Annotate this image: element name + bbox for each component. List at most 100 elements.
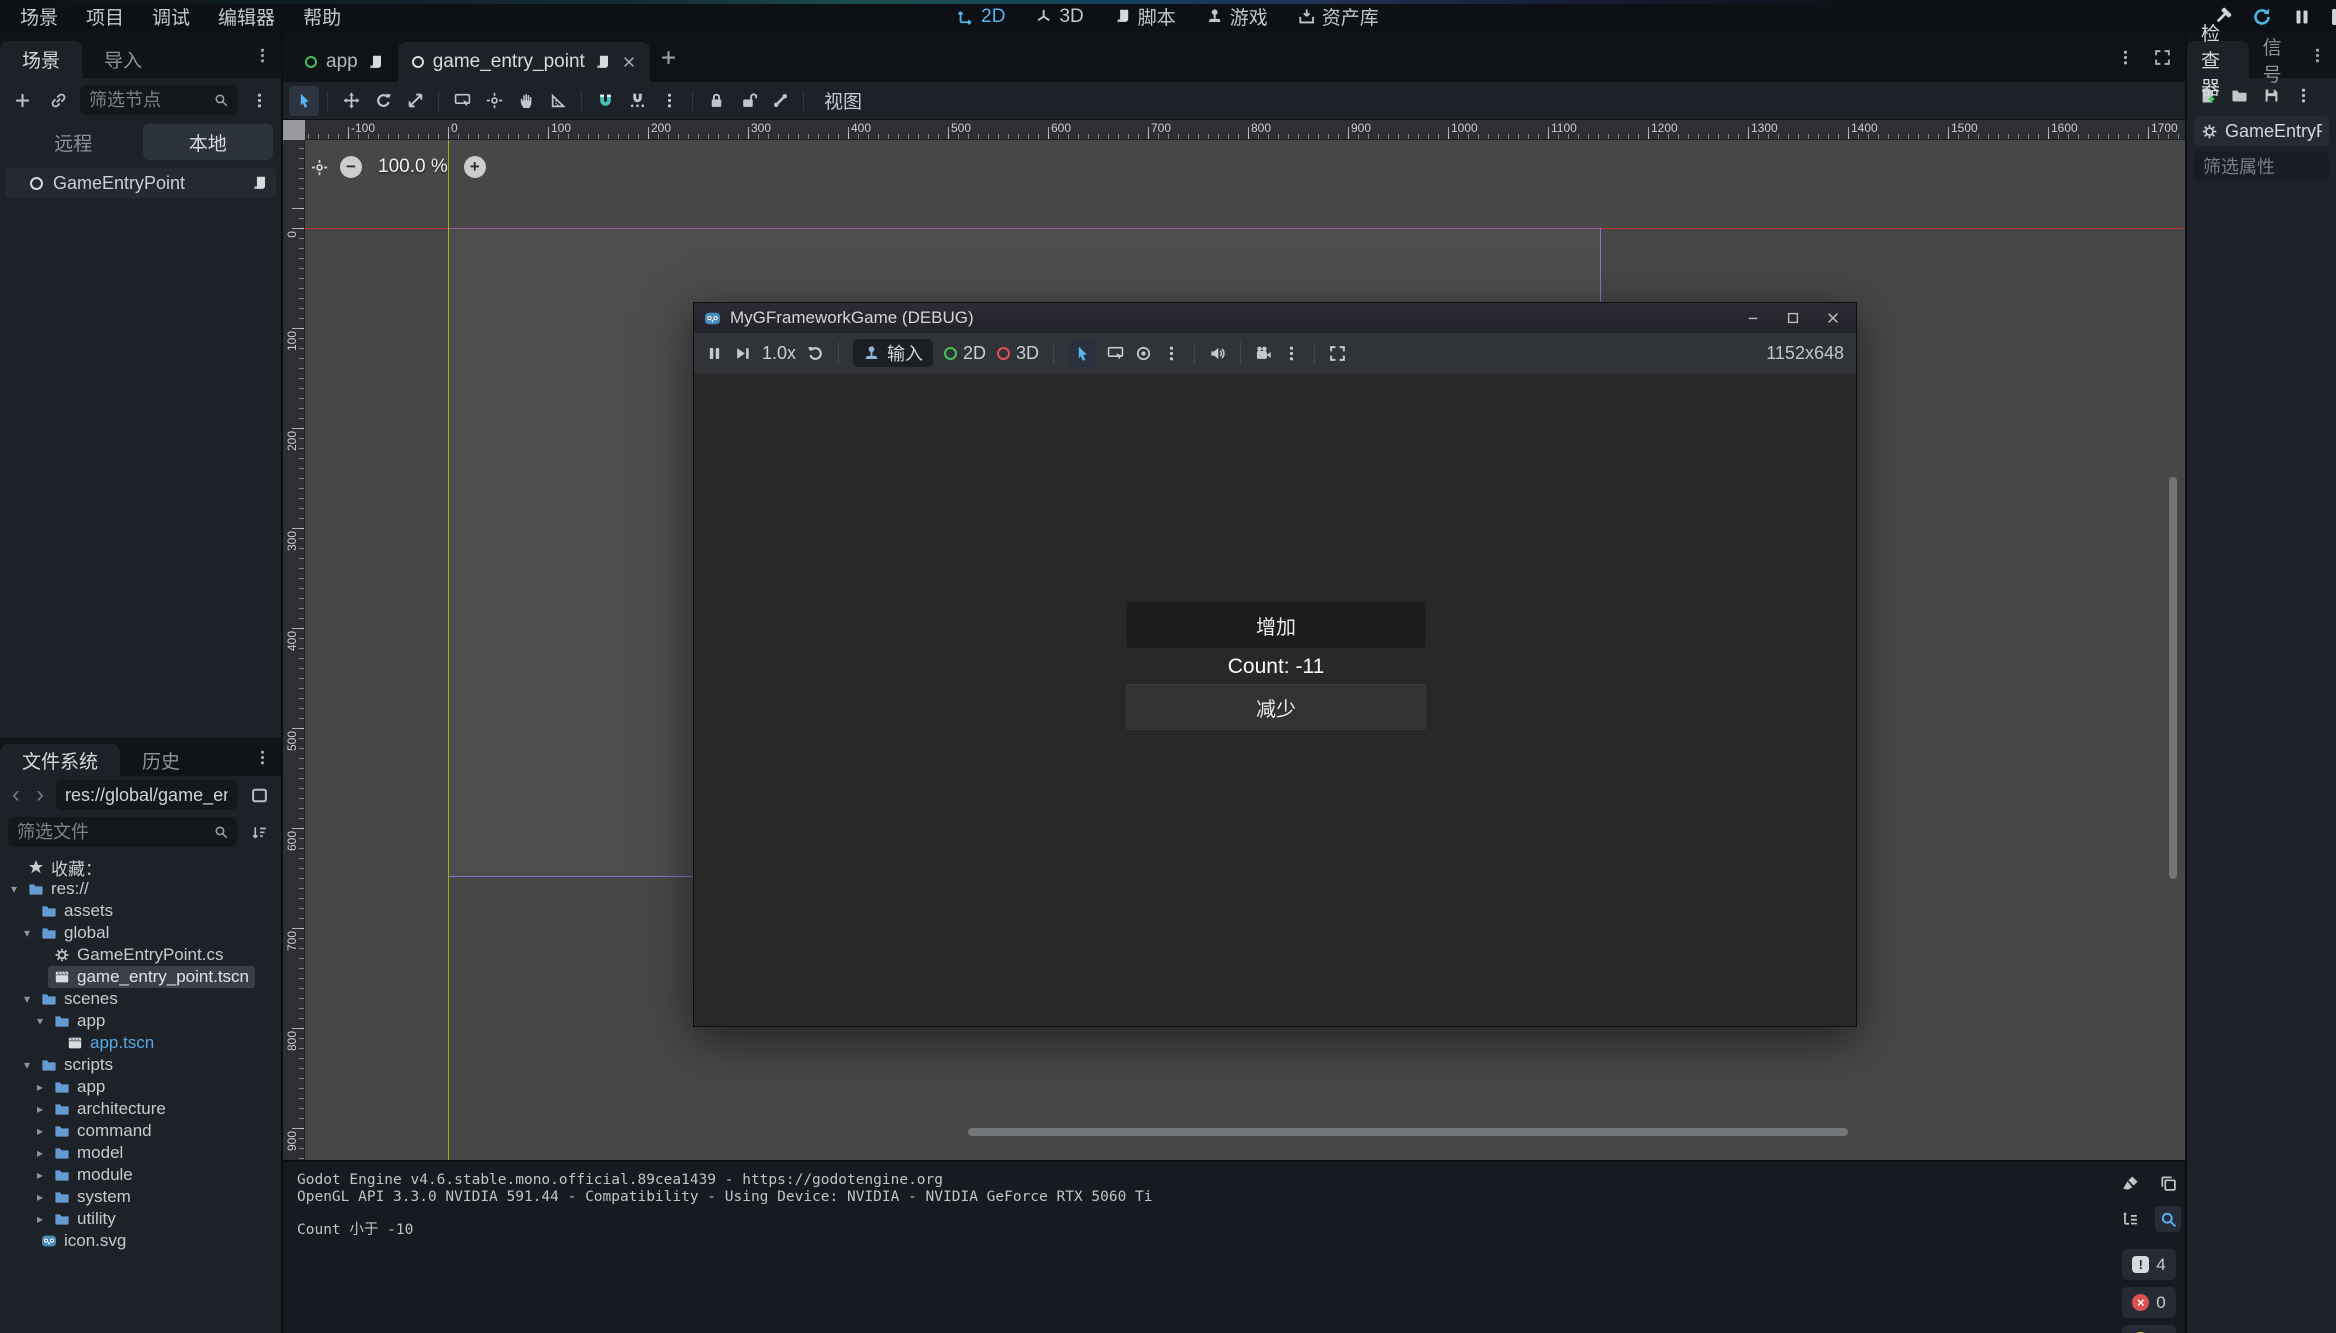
- scene-filter-input[interactable]: [89, 90, 208, 111]
- tree-collapse-icon[interactable]: ▾: [32, 1014, 48, 1028]
- close-tab-icon[interactable]: [622, 55, 636, 69]
- local-button[interactable]: 本地: [143, 124, 274, 160]
- horizontal-scrollbar[interactable]: [968, 1128, 1848, 1136]
- resource-options-icon[interactable]: [2295, 87, 2312, 104]
- messages-badge[interactable]: ! 4: [2122, 1249, 2176, 1280]
- fs-item-command[interactable]: ▸command: [0, 1120, 281, 1142]
- save-resource-icon[interactable]: [2263, 87, 2280, 104]
- debug-3d-button[interactable]: 3D: [997, 343, 1039, 364]
- filesystem-menu-icon[interactable]: [244, 749, 281, 766]
- workspace-script[interactable]: 脚本: [1114, 3, 1176, 30]
- hot-reload-icon[interactable]: [2252, 7, 2272, 27]
- decrease-button[interactable]: 减少: [1126, 684, 1426, 730]
- sort-files-icon[interactable]: [245, 818, 273, 846]
- list-select-tool-button[interactable]: [447, 86, 477, 116]
- workspace-3d[interactable]: 3D: [1035, 6, 1083, 28]
- suspend-icon[interactable]: [706, 345, 723, 362]
- snap-options-button[interactable]: [654, 86, 684, 116]
- file-filter-input[interactable]: [17, 822, 208, 843]
- tree-expand-icon[interactable]: ▸: [32, 1190, 48, 1204]
- pan-tool-button[interactable]: [511, 86, 541, 116]
- tab-filesystem[interactable]: 文件系统: [0, 744, 120, 776]
- search-output-icon[interactable]: [2155, 1206, 2181, 1232]
- fs-item-architecture[interactable]: ▸architecture: [0, 1098, 281, 1120]
- view-menu-button[interactable]: 视图: [812, 86, 874, 116]
- vertical-scrollbar[interactable]: [2169, 477, 2177, 879]
- game-window-titlebar[interactable]: MyGFrameworkGame (DEBUG): [694, 303, 1856, 333]
- workspace-2d[interactable]: 2D: [957, 6, 1005, 28]
- lock-selected-button[interactable]: [701, 86, 731, 116]
- node-picker-icon[interactable]: [1135, 345, 1152, 362]
- menu-scene[interactable]: 场景: [6, 0, 72, 33]
- fs-item-game-entry-point.tscn[interactable]: game_entry_point.tscn: [0, 966, 281, 988]
- collapse-output-icon[interactable]: [2117, 1206, 2143, 1232]
- ruler-tool-button[interactable]: [543, 86, 573, 116]
- fs-item-system[interactable]: ▸system: [0, 1186, 281, 1208]
- camera-options-icon[interactable]: [1283, 345, 1300, 362]
- clipped-icon[interactable]: [2332, 9, 2336, 25]
- tree-collapse-icon[interactable]: ▾: [19, 1058, 35, 1072]
- property-filter[interactable]: 筛选属性: [2194, 151, 2329, 181]
- fs-item--[interactable]: 收藏：: [0, 856, 281, 878]
- tree-collapse-icon[interactable]: ▾: [19, 926, 35, 940]
- add-node-button[interactable]: [8, 86, 36, 114]
- nav-back-icon[interactable]: ‹: [8, 781, 24, 809]
- camera-override-icon[interactable]: [1255, 345, 1272, 362]
- grid-snap-toggle-button[interactable]: [622, 86, 652, 116]
- tree-expand-icon[interactable]: ▸: [32, 1080, 48, 1094]
- scene-tab-game-entry-point[interactable]: game_entry_point: [398, 42, 650, 82]
- scene-tree-menu-icon[interactable]: [245, 86, 273, 114]
- zoom-level[interactable]: 100.0 %: [378, 156, 448, 178]
- audio-mute-icon[interactable]: [1209, 345, 1226, 362]
- center-view-icon[interactable]: [311, 159, 328, 176]
- fs-item-app.tscn[interactable]: app.tscn: [0, 1032, 281, 1054]
- fs-item-res-[interactable]: ▾res://: [0, 878, 281, 900]
- tree-collapse-icon[interactable]: ▾: [19, 992, 35, 1006]
- ruler-horizontal[interactable]: -100010020030040050060070080090010001100…: [305, 120, 2185, 140]
- rotate-tool-button[interactable]: [368, 86, 398, 116]
- new-scene-tab-button[interactable]: [660, 49, 677, 66]
- fs-item-utility[interactable]: ▸utility: [0, 1208, 281, 1230]
- fs-item-model[interactable]: ▸model: [0, 1142, 281, 1164]
- tree-expand-icon[interactable]: ▸: [32, 1146, 48, 1160]
- input-mode-button[interactable]: 输入: [853, 339, 933, 367]
- dock-menu-icon[interactable]: [244, 47, 281, 64]
- tab-signals[interactable]: 信号: [2249, 41, 2299, 78]
- skeleton-options-button[interactable]: [765, 86, 795, 116]
- maximize-icon[interactable]: [1786, 311, 1800, 325]
- tree-expand-icon[interactable]: ▸: [32, 1168, 48, 1182]
- workspace-assetlib[interactable]: 资产库: [1298, 3, 1379, 30]
- workspace-game[interactable]: 游戏: [1206, 3, 1268, 30]
- minimize-icon[interactable]: [1746, 311, 1760, 325]
- pivot-tool-button[interactable]: [479, 86, 509, 116]
- expand-viewport-icon[interactable]: [2154, 49, 2171, 66]
- debug-2d-button[interactable]: 2D: [944, 343, 986, 364]
- reset-speed-icon[interactable]: [807, 345, 824, 362]
- tab-import[interactable]: 导入: [82, 41, 164, 78]
- scale-tool-button[interactable]: [400, 86, 430, 116]
- menu-debug[interactable]: 调试: [138, 0, 204, 33]
- path-input[interactable]: [65, 785, 228, 806]
- scene-node-gameentrypoint[interactable]: GameEntryPoint: [5, 168, 276, 198]
- scene-tab-app[interactable]: app: [291, 42, 398, 82]
- smart-snap-toggle-button[interactable]: [590, 86, 620, 116]
- tab-inspector[interactable]: 检查器: [2187, 41, 2249, 78]
- move-tool-button[interactable]: [336, 86, 366, 116]
- pause-game-icon[interactable]: [2292, 7, 2312, 27]
- zoom-in-button[interactable]: +: [464, 156, 486, 178]
- zoom-out-button[interactable]: −: [340, 156, 362, 178]
- list-select-icon[interactable]: [1107, 345, 1124, 362]
- inspected-object[interactable]: GameEntryPoint.: [2194, 116, 2329, 146]
- attached-script-icon[interactable]: [251, 175, 268, 192]
- split-view-icon[interactable]: [245, 781, 273, 809]
- tab-list-menu-icon[interactable]: [2117, 49, 2134, 66]
- unlock-selected-button[interactable]: [733, 86, 763, 116]
- instance-scene-button[interactable]: [44, 86, 72, 114]
- fs-item-global[interactable]: ▾global: [0, 922, 281, 944]
- fs-item-icon.svg[interactable]: icon.svg: [0, 1230, 281, 1252]
- embed-fullscreen-icon[interactable]: [1329, 345, 1346, 362]
- speed-label[interactable]: 1.0x: [762, 343, 796, 364]
- fs-item-assets[interactable]: assets: [0, 900, 281, 922]
- clear-output-icon[interactable]: [2117, 1170, 2143, 1196]
- ruler-vertical[interactable]: 0100200300400500600700800900: [283, 140, 305, 1160]
